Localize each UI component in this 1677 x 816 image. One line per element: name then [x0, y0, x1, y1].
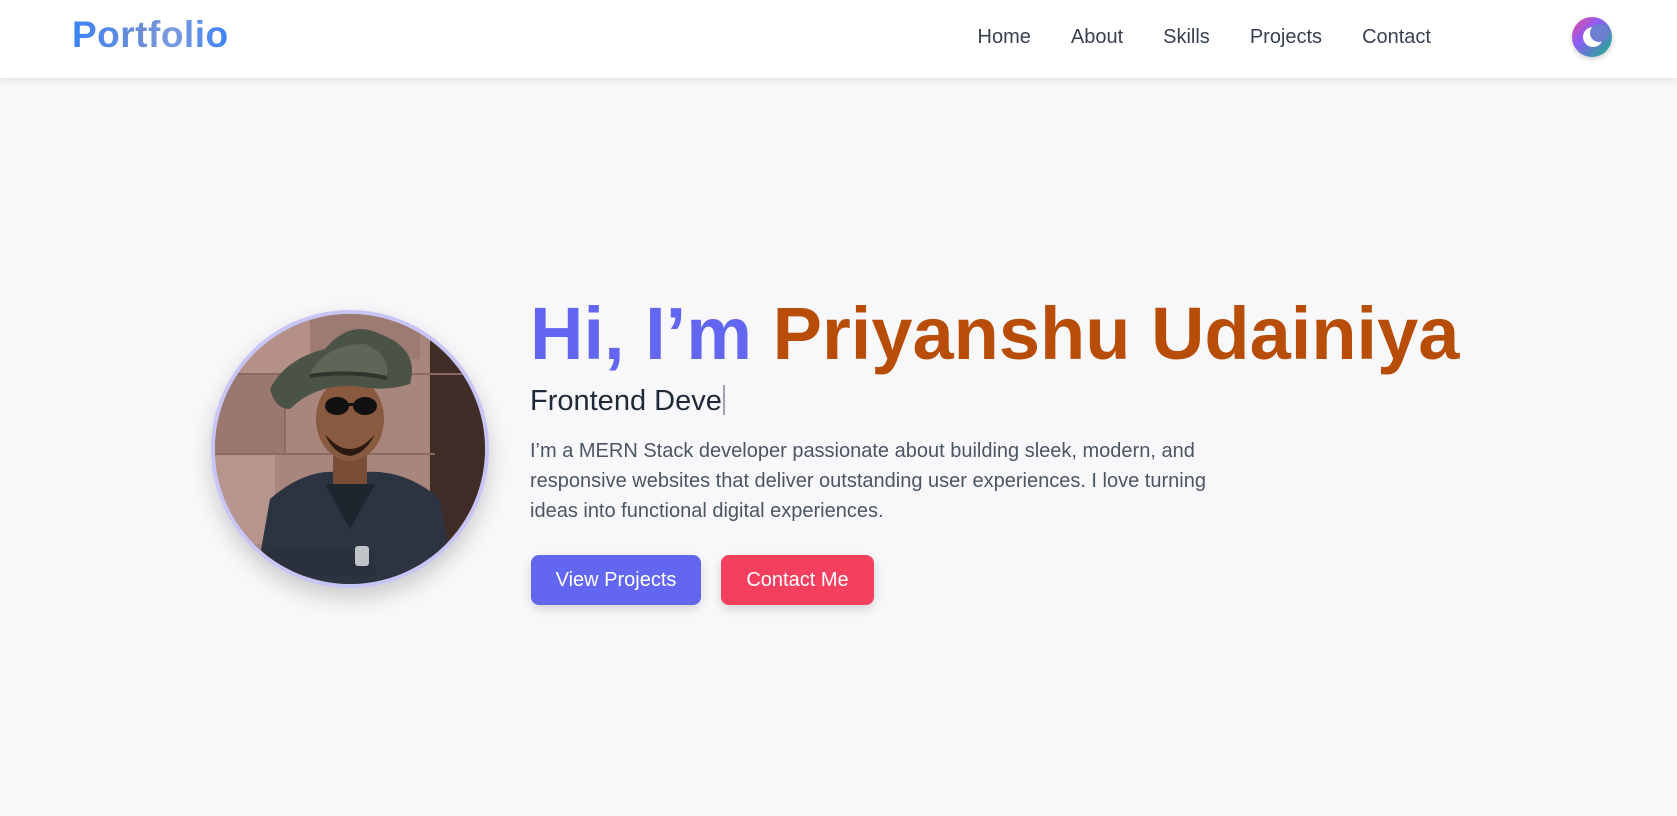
- contact-me-button[interactable]: Contact Me: [721, 555, 874, 605]
- moon-icon: [1583, 24, 1608, 47]
- typed-role: Frontend Deve: [530, 385, 725, 418]
- typing-cursor: [722, 385, 725, 415]
- navbar: Portfolio Home About Skills Projects Con…: [0, 0, 1677, 79]
- hero-name: Priyanshu Udainiya: [772, 292, 1460, 375]
- nav-skills[interactable]: Skills: [1163, 26, 1210, 49]
- hero-title: Hi, I’m Priyanshu Udainiya: [530, 290, 1459, 378]
- nav-links: Home About Skills Projects Contact: [978, 0, 1431, 74]
- nav-projects[interactable]: Projects: [1250, 26, 1322, 49]
- hero-intro: I’m a MERN Stack developer passionate ab…: [530, 440, 1206, 522]
- typed-role-text: Frontend Deve: [530, 385, 722, 417]
- hero-greeting: Hi, I’m: [530, 292, 773, 375]
- logo[interactable]: Portfolio: [72, 14, 229, 56]
- profile-photo: [211, 310, 489, 588]
- nav-about[interactable]: About: [1071, 26, 1123, 49]
- view-projects-button[interactable]: View Projects: [531, 555, 701, 605]
- nav-home[interactable]: Home: [978, 26, 1031, 49]
- theme-toggle-button[interactable]: [1572, 17, 1612, 57]
- profile-photo-illustration: [215, 314, 485, 584]
- nav-contact[interactable]: Contact: [1362, 26, 1431, 49]
